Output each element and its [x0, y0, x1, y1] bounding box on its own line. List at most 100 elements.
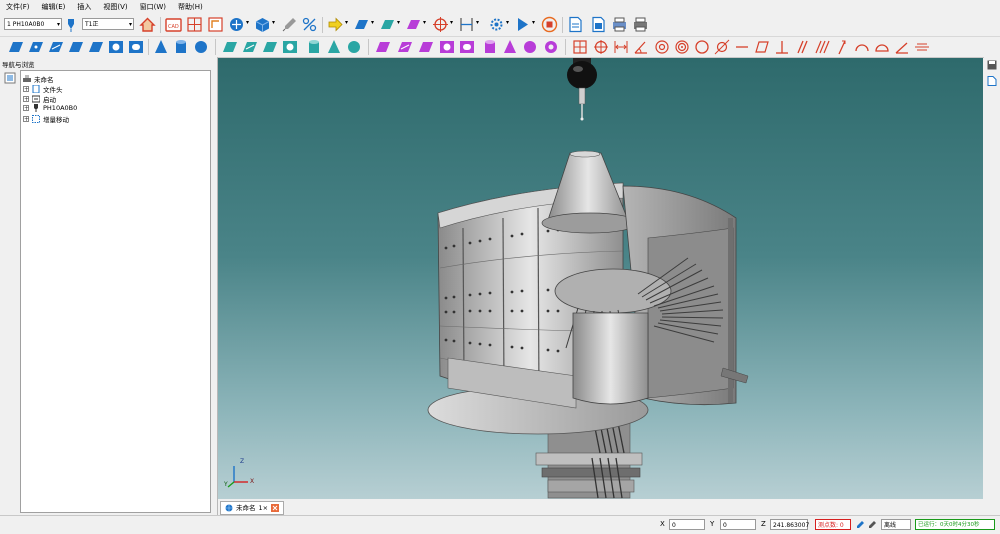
menu-edit[interactable]: 编辑(E): [36, 0, 72, 14]
symmetry-lines-icon[interactable]: [914, 39, 930, 55]
construct-plane-b-icon[interactable]: [242, 39, 258, 55]
chevron-down-icon[interactable]: ▾: [476, 19, 479, 26]
fit-sphere-icon[interactable]: [522, 39, 538, 55]
chevron-down-icon[interactable]: ▾: [506, 19, 509, 26]
tree-item-startup[interactable]: + 启动: [23, 94, 56, 104]
cylindricity-icon[interactable]: [714, 39, 730, 55]
cube-view-icon[interactable]: [254, 16, 271, 33]
fit-cylinder-icon[interactable]: [482, 39, 498, 55]
document-icon[interactable]: [567, 16, 584, 33]
align-icon[interactable]: [186, 16, 203, 33]
construct-sphere-icon[interactable]: [346, 39, 362, 55]
probe-pen-icon[interactable]: [855, 520, 865, 530]
fit-plane-c-icon[interactable]: [418, 39, 434, 55]
flatness-icon[interactable]: [754, 39, 770, 55]
probe-icon[interactable]: [65, 17, 79, 33]
profile-line-icon[interactable]: [854, 39, 870, 55]
measure-slot-icon[interactable]: [128, 39, 144, 55]
probe-select[interactable]: 1 PH10A0B0 ▾: [4, 18, 62, 30]
chevron-down-icon[interactable]: ▾: [371, 19, 374, 26]
plane-blue-icon[interactable]: [353, 16, 370, 33]
close-icon[interactable]: [271, 504, 280, 512]
fit-plane-icon[interactable]: [375, 39, 391, 55]
tolerance-icon[interactable]: [301, 16, 318, 33]
expand-icon[interactable]: +: [23, 105, 29, 112]
measure-plane-b-icon[interactable]: [68, 39, 84, 55]
tree-item-incremental-move[interactable]: + 增量移动: [23, 114, 69, 124]
tree-item-probe[interactable]: + PH10A0B0: [23, 104, 77, 112]
parallelism-icon[interactable]: [794, 39, 810, 55]
play-icon[interactable]: [514, 16, 531, 33]
measure-circle-icon[interactable]: [108, 39, 124, 55]
fit-slot-icon[interactable]: [459, 39, 475, 55]
construct-cylinder-icon[interactable]: [306, 39, 322, 55]
symmetry-icon[interactable]: [814, 39, 830, 55]
plane-purple-icon[interactable]: [405, 16, 422, 33]
view-rotate-icon[interactable]: [228, 16, 245, 33]
report-icon[interactable]: [590, 16, 607, 33]
measure-plane-c-icon[interactable]: [88, 39, 104, 55]
save-icon[interactable]: [987, 60, 997, 70]
chevron-down-icon[interactable]: ▾: [397, 19, 400, 26]
arrow-right-icon[interactable]: [327, 16, 344, 33]
tree-view-icon[interactable]: [4, 72, 16, 84]
fit-cone-icon[interactable]: [502, 39, 518, 55]
construct-cone-icon[interactable]: [326, 39, 342, 55]
expand-icon[interactable]: +: [23, 96, 29, 103]
expand-icon[interactable]: +: [23, 116, 29, 123]
expand-icon[interactable]: +: [23, 86, 29, 93]
fit-plane-b-icon[interactable]: [397, 39, 413, 55]
coordinate-icon[interactable]: [207, 16, 224, 33]
angle-icon[interactable]: [633, 39, 649, 55]
construct-plane-c-icon[interactable]: [262, 39, 278, 55]
chevron-down-icon[interactable]: ▾: [450, 19, 453, 26]
measure-plane-point-icon[interactable]: [28, 39, 44, 55]
measure-cone-icon[interactable]: [153, 39, 169, 55]
construct-circle-icon[interactable]: [282, 39, 298, 55]
menu-insert[interactable]: 插入: [71, 0, 97, 14]
measure-cylinder-icon[interactable]: [173, 39, 189, 55]
measure-plane-icon[interactable]: [8, 39, 24, 55]
document-tab[interactable]: 未命名 1×: [220, 501, 285, 515]
home-icon[interactable]: [139, 16, 156, 33]
printer-icon[interactable]: [632, 16, 649, 33]
stop-icon[interactable]: [541, 16, 558, 33]
chevron-down-icon[interactable]: ▾: [423, 19, 426, 26]
perpendicularity-icon[interactable]: [774, 39, 790, 55]
measure-sphere-icon[interactable]: [193, 39, 209, 55]
menu-file[interactable]: 文件(F): [0, 0, 36, 14]
document-icon[interactable]: [987, 76, 997, 86]
menu-window[interactable]: 窗口(W): [134, 0, 172, 14]
measure-line-plane-icon[interactable]: [48, 39, 64, 55]
dimension-icon[interactable]: [458, 16, 475, 33]
menu-view[interactable]: 视图(V): [97, 0, 133, 14]
roundness-icon[interactable]: [694, 39, 710, 55]
cad-import-icon[interactable]: CAD: [165, 16, 182, 33]
position-tol-icon[interactable]: [572, 39, 588, 55]
crosshair-icon[interactable]: [432, 16, 449, 33]
angularity-icon[interactable]: [894, 39, 910, 55]
chevron-down-icon[interactable]: ▾: [272, 19, 275, 26]
profile-surface-icon[interactable]: [874, 39, 890, 55]
fit-torus-icon[interactable]: [543, 39, 559, 55]
probe-pen-alt-icon[interactable]: [867, 520, 877, 530]
true-position-icon[interactable]: [593, 39, 609, 55]
construct-plane-icon[interactable]: [222, 39, 238, 55]
plane-teal-icon[interactable]: [379, 16, 396, 33]
chevron-down-icon[interactable]: ▾: [532, 19, 535, 26]
chevron-down-icon[interactable]: ▾: [345, 19, 348, 26]
print-preview-icon[interactable]: [611, 16, 628, 33]
3d-viewport[interactable]: Z X Y: [218, 58, 983, 499]
tree-item-file-header[interactable]: + 文件头: [23, 84, 63, 94]
tip-select[interactable]: T1正 ▾: [82, 18, 134, 30]
chevron-down-icon[interactable]: ▾: [246, 19, 249, 26]
probe-tool-icon[interactable]: [281, 16, 298, 33]
fit-circle-icon[interactable]: [439, 39, 455, 55]
gear-icon[interactable]: [488, 16, 505, 33]
menu-help[interactable]: 帮助(H): [172, 0, 209, 14]
straightness-icon[interactable]: [734, 39, 750, 55]
runout-icon[interactable]: [834, 39, 850, 55]
coaxiality-icon[interactable]: [674, 39, 690, 55]
distance-icon[interactable]: [613, 39, 629, 55]
concentricity-icon[interactable]: [654, 39, 670, 55]
